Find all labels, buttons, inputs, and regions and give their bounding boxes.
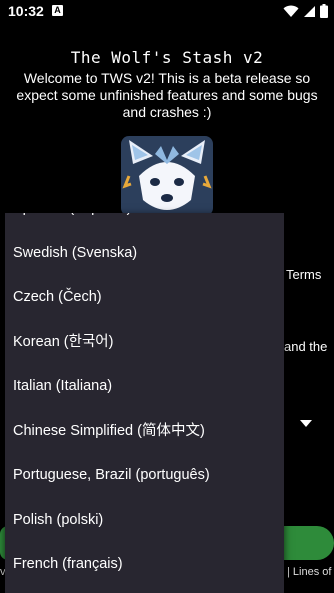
language-option-swedish[interactable]: Swedish (Svenska) xyxy=(5,231,284,276)
wolf-logo-image xyxy=(121,136,213,216)
continue-button[interactable] xyxy=(284,526,334,560)
battery-icon xyxy=(320,4,328,18)
language-option-korean[interactable]: Korean (한국어) xyxy=(5,320,284,365)
terms-text-fragment: Terms xyxy=(286,267,322,282)
language-option-portuguese-brazil[interactable]: Portuguese, Brazil (português) xyxy=(5,453,284,498)
language-option-italian[interactable]: Italian (Italiana) xyxy=(5,364,284,409)
language-option-spanish[interactable]: Spanish (Español) xyxy=(5,213,284,231)
status-icons xyxy=(283,4,328,18)
status-bar: 10:32 A xyxy=(0,0,334,24)
wifi-icon xyxy=(283,5,299,17)
language-option-french[interactable]: French (français) xyxy=(5,542,284,587)
language-option-polish[interactable]: Polish (polski) xyxy=(5,498,284,543)
dropdown-arrow-icon[interactable] xyxy=(300,420,312,427)
language-option-chinese-simplified[interactable]: Chinese Simplified (简体中文) xyxy=(5,409,284,454)
language-dropdown-menu[interactable]: Spanish (Español) Swedish (Svenska) Czec… xyxy=(5,213,284,593)
language-list: Spanish (Español) Swedish (Svenska) Czec… xyxy=(5,213,284,587)
language-option-czech[interactable]: Czech (Čech) xyxy=(5,275,284,320)
and-the-text-fragment: and the xyxy=(284,339,328,354)
signal-icon xyxy=(304,5,315,17)
app-title: The Wolf's Stash v2 xyxy=(70,48,264,67)
status-time: 10:32 xyxy=(8,3,44,19)
welcome-message: Welcome to TWS v2! This is a beta releas… xyxy=(16,70,318,120)
notification-app-icon: A xyxy=(52,5,63,16)
footer-text-right: | Lines of xyxy=(287,566,332,578)
